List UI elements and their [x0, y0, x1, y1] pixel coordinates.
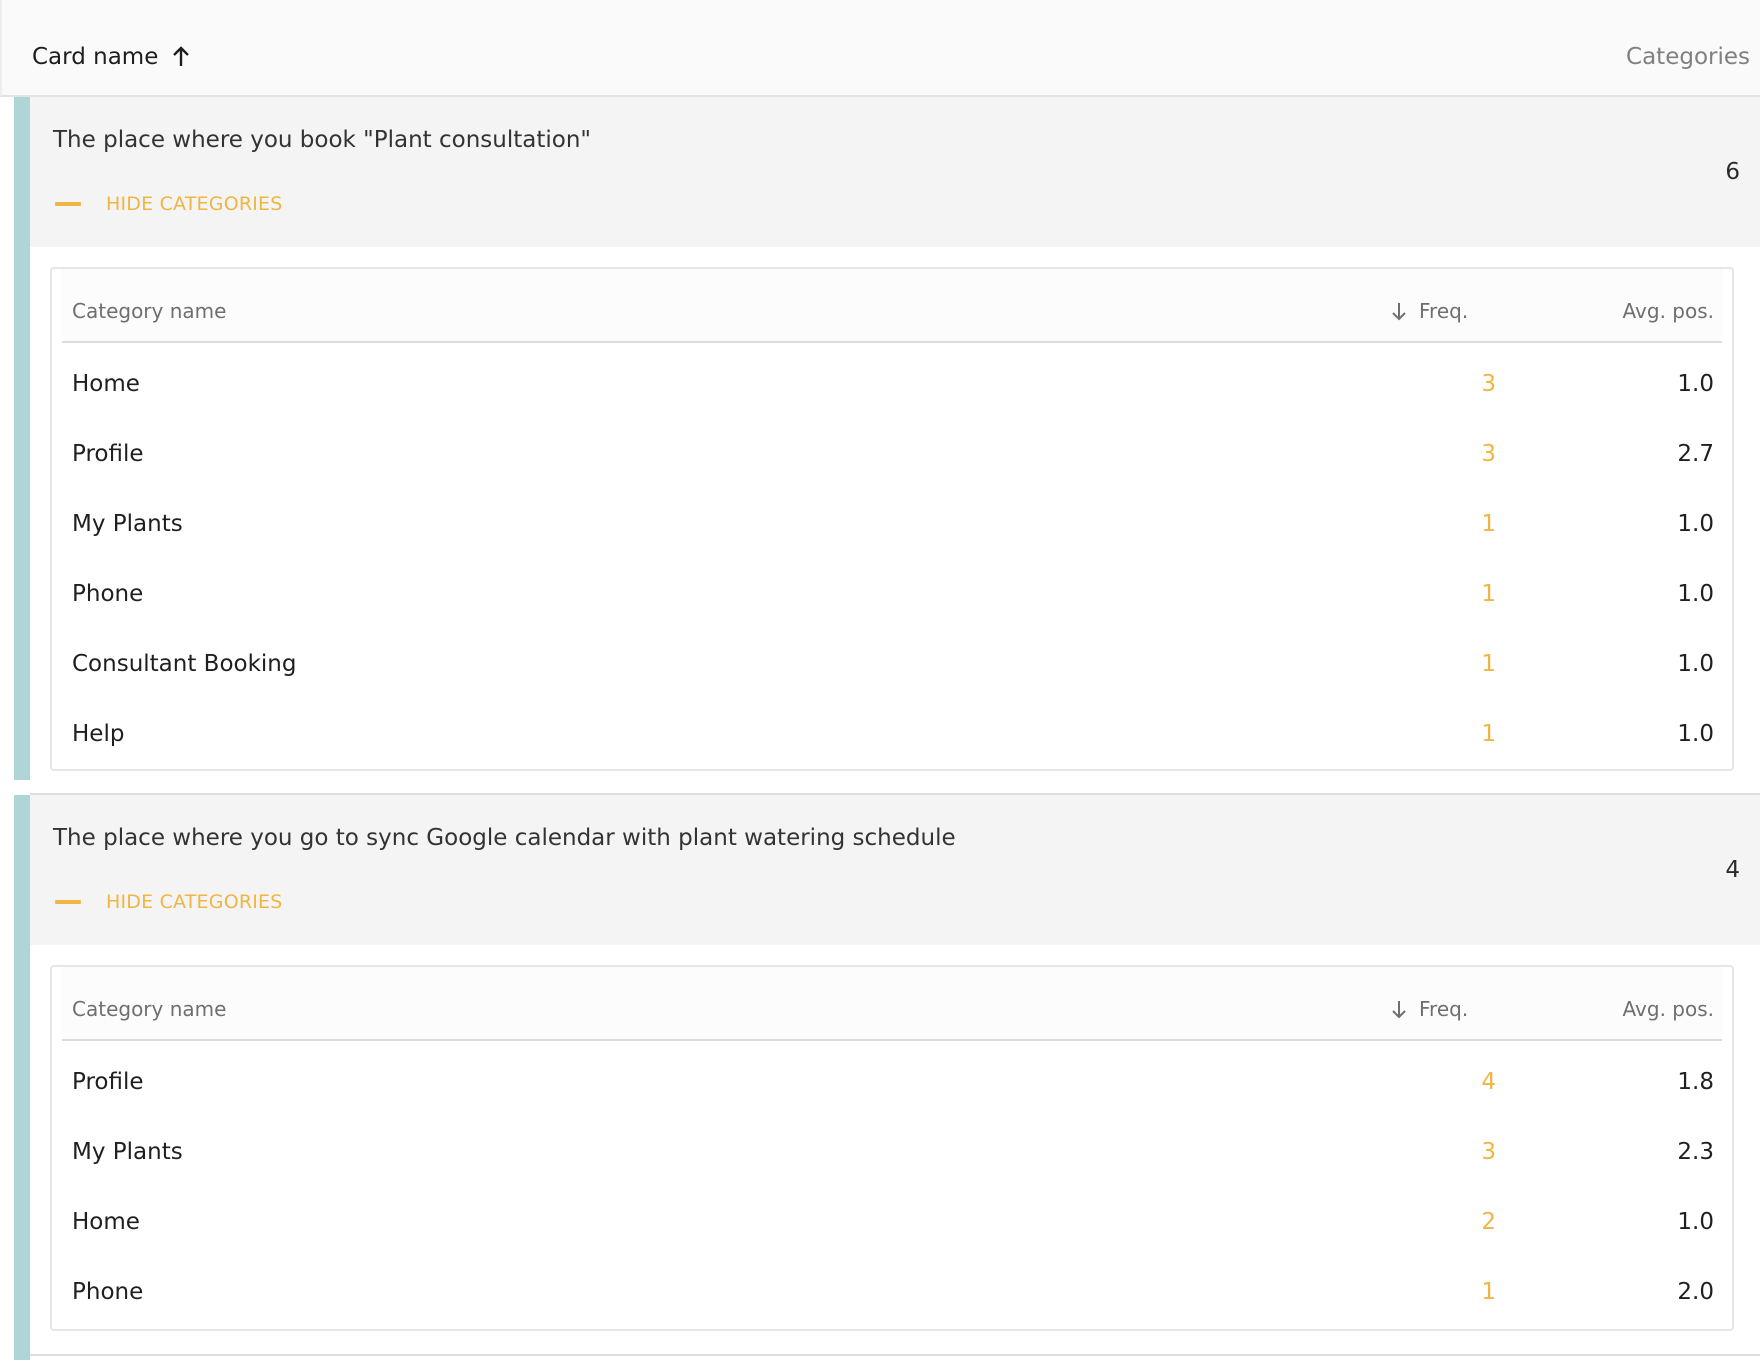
col-freq[interactable]: Freq.: [1389, 299, 1468, 323]
category-name: My Plants: [72, 1139, 183, 1165]
category-avg-pos: 1.0: [1677, 721, 1714, 747]
category-name: Profile: [72, 1069, 144, 1095]
category-freq: 2: [1481, 1209, 1496, 1235]
table-row: My Plants 3 2.3: [62, 1119, 1722, 1189]
card-name-label: Card name: [32, 44, 159, 70]
accent-bar: [14, 795, 30, 1360]
minus-icon: [55, 202, 81, 206]
category-freq: 1: [1481, 721, 1496, 747]
category-name: Profile: [72, 441, 144, 467]
card-group-2: The place where you go to sync Google ca…: [0, 795, 1760, 1360]
hide-categories-label: HIDE CATEGORIES: [106, 193, 283, 215]
col-freq[interactable]: Freq.: [1389, 997, 1468, 1021]
card-results-page: Card name Categories The place where you…: [0, 0, 1760, 1366]
table-row: Phone 1 2.0: [62, 1259, 1722, 1329]
arrow-down-icon: [1392, 1001, 1406, 1019]
table-row: Help 1 1.0: [62, 701, 1722, 771]
col-freq-label: Freq.: [1419, 997, 1469, 1021]
hide-categories-button[interactable]: HIDE CATEGORIES: [55, 193, 283, 215]
hide-categories-button[interactable]: HIDE CATEGORIES: [55, 891, 283, 913]
card-row[interactable]: The place where you book "Plant consulta…: [30, 97, 1760, 247]
col-category-name[interactable]: Category name: [72, 299, 226, 323]
col-freq-label: Freq.: [1419, 299, 1469, 323]
category-name: Phone: [72, 1279, 144, 1305]
category-name: Phone: [72, 581, 144, 607]
subtable-header: Category name Freq. Avg. pos.: [62, 967, 1722, 1041]
category-name: Home: [72, 1209, 140, 1235]
category-freq: 3: [1481, 441, 1496, 467]
category-freq: 3: [1481, 1139, 1496, 1165]
col-avg-pos[interactable]: Avg. pos.: [1623, 299, 1714, 323]
col-avg-pos[interactable]: Avg. pos.: [1623, 997, 1714, 1021]
table-row: Profile 4 1.8: [62, 1049, 1722, 1119]
group-divider: [30, 1354, 1760, 1356]
table-row: Profile 3 2.7: [62, 421, 1722, 491]
category-freq: 4: [1481, 1069, 1496, 1095]
card-title: The place where you go to sync Google ca…: [53, 825, 956, 851]
categories-subtable: Category name Freq. Avg. pos. Home 3 1.0…: [50, 267, 1734, 771]
category-freq: 1: [1481, 511, 1496, 537]
card-group-1: The place where you book "Plant consulta…: [0, 97, 1760, 780]
categories-subtable: Category name Freq. Avg. pos. Profile 4 …: [50, 965, 1734, 1331]
category-name: Consultant Booking: [72, 651, 297, 677]
category-freq: 3: [1481, 371, 1496, 397]
sort-categories-button[interactable]: Categories: [1626, 44, 1750, 70]
arrow-up-icon: [173, 46, 190, 66]
category-freq: 1: [1481, 651, 1496, 677]
category-name: Home: [72, 371, 140, 397]
card-row[interactable]: The place where you go to sync Google ca…: [30, 795, 1760, 945]
col-category-name[interactable]: Category name: [72, 997, 226, 1021]
category-avg-pos: 1.0: [1677, 1209, 1714, 1235]
category-freq: 1: [1481, 581, 1496, 607]
category-name: My Plants: [72, 511, 183, 537]
card-title: The place where you book "Plant consulta…: [53, 127, 592, 153]
categories-count: 6: [1725, 159, 1740, 185]
category-avg-pos: 1.0: [1677, 651, 1714, 677]
category-avg-pos: 1.0: [1677, 371, 1714, 397]
category-avg-pos: 1.0: [1677, 581, 1714, 607]
table-row: Phone 1 1.0: [62, 561, 1722, 631]
table-row: Home 3 1.0: [62, 351, 1722, 421]
category-name: Help: [72, 721, 125, 747]
category-freq: 1: [1481, 1279, 1496, 1305]
sort-card-name-button[interactable]: Card name: [32, 44, 192, 70]
category-avg-pos: 1.0: [1677, 511, 1714, 537]
minus-icon: [55, 900, 81, 904]
category-avg-pos: 1.8: [1677, 1069, 1714, 1095]
arrow-down-icon: [1392, 303, 1406, 321]
table-header: Card name Categories: [0, 0, 1760, 97]
category-avg-pos: 2.0: [1677, 1279, 1714, 1305]
hide-categories-label: HIDE CATEGORIES: [106, 891, 283, 913]
table-row: My Plants 1 1.0: [62, 491, 1722, 561]
table-row: Home 2 1.0: [62, 1189, 1722, 1259]
category-avg-pos: 2.7: [1677, 441, 1714, 467]
categories-count: 4: [1725, 857, 1740, 883]
accent-bar: [14, 97, 30, 780]
table-row: Consultant Booking 1 1.0: [62, 631, 1722, 701]
subtable-header: Category name Freq. Avg. pos.: [62, 269, 1722, 343]
category-avg-pos: 2.3: [1677, 1139, 1714, 1165]
